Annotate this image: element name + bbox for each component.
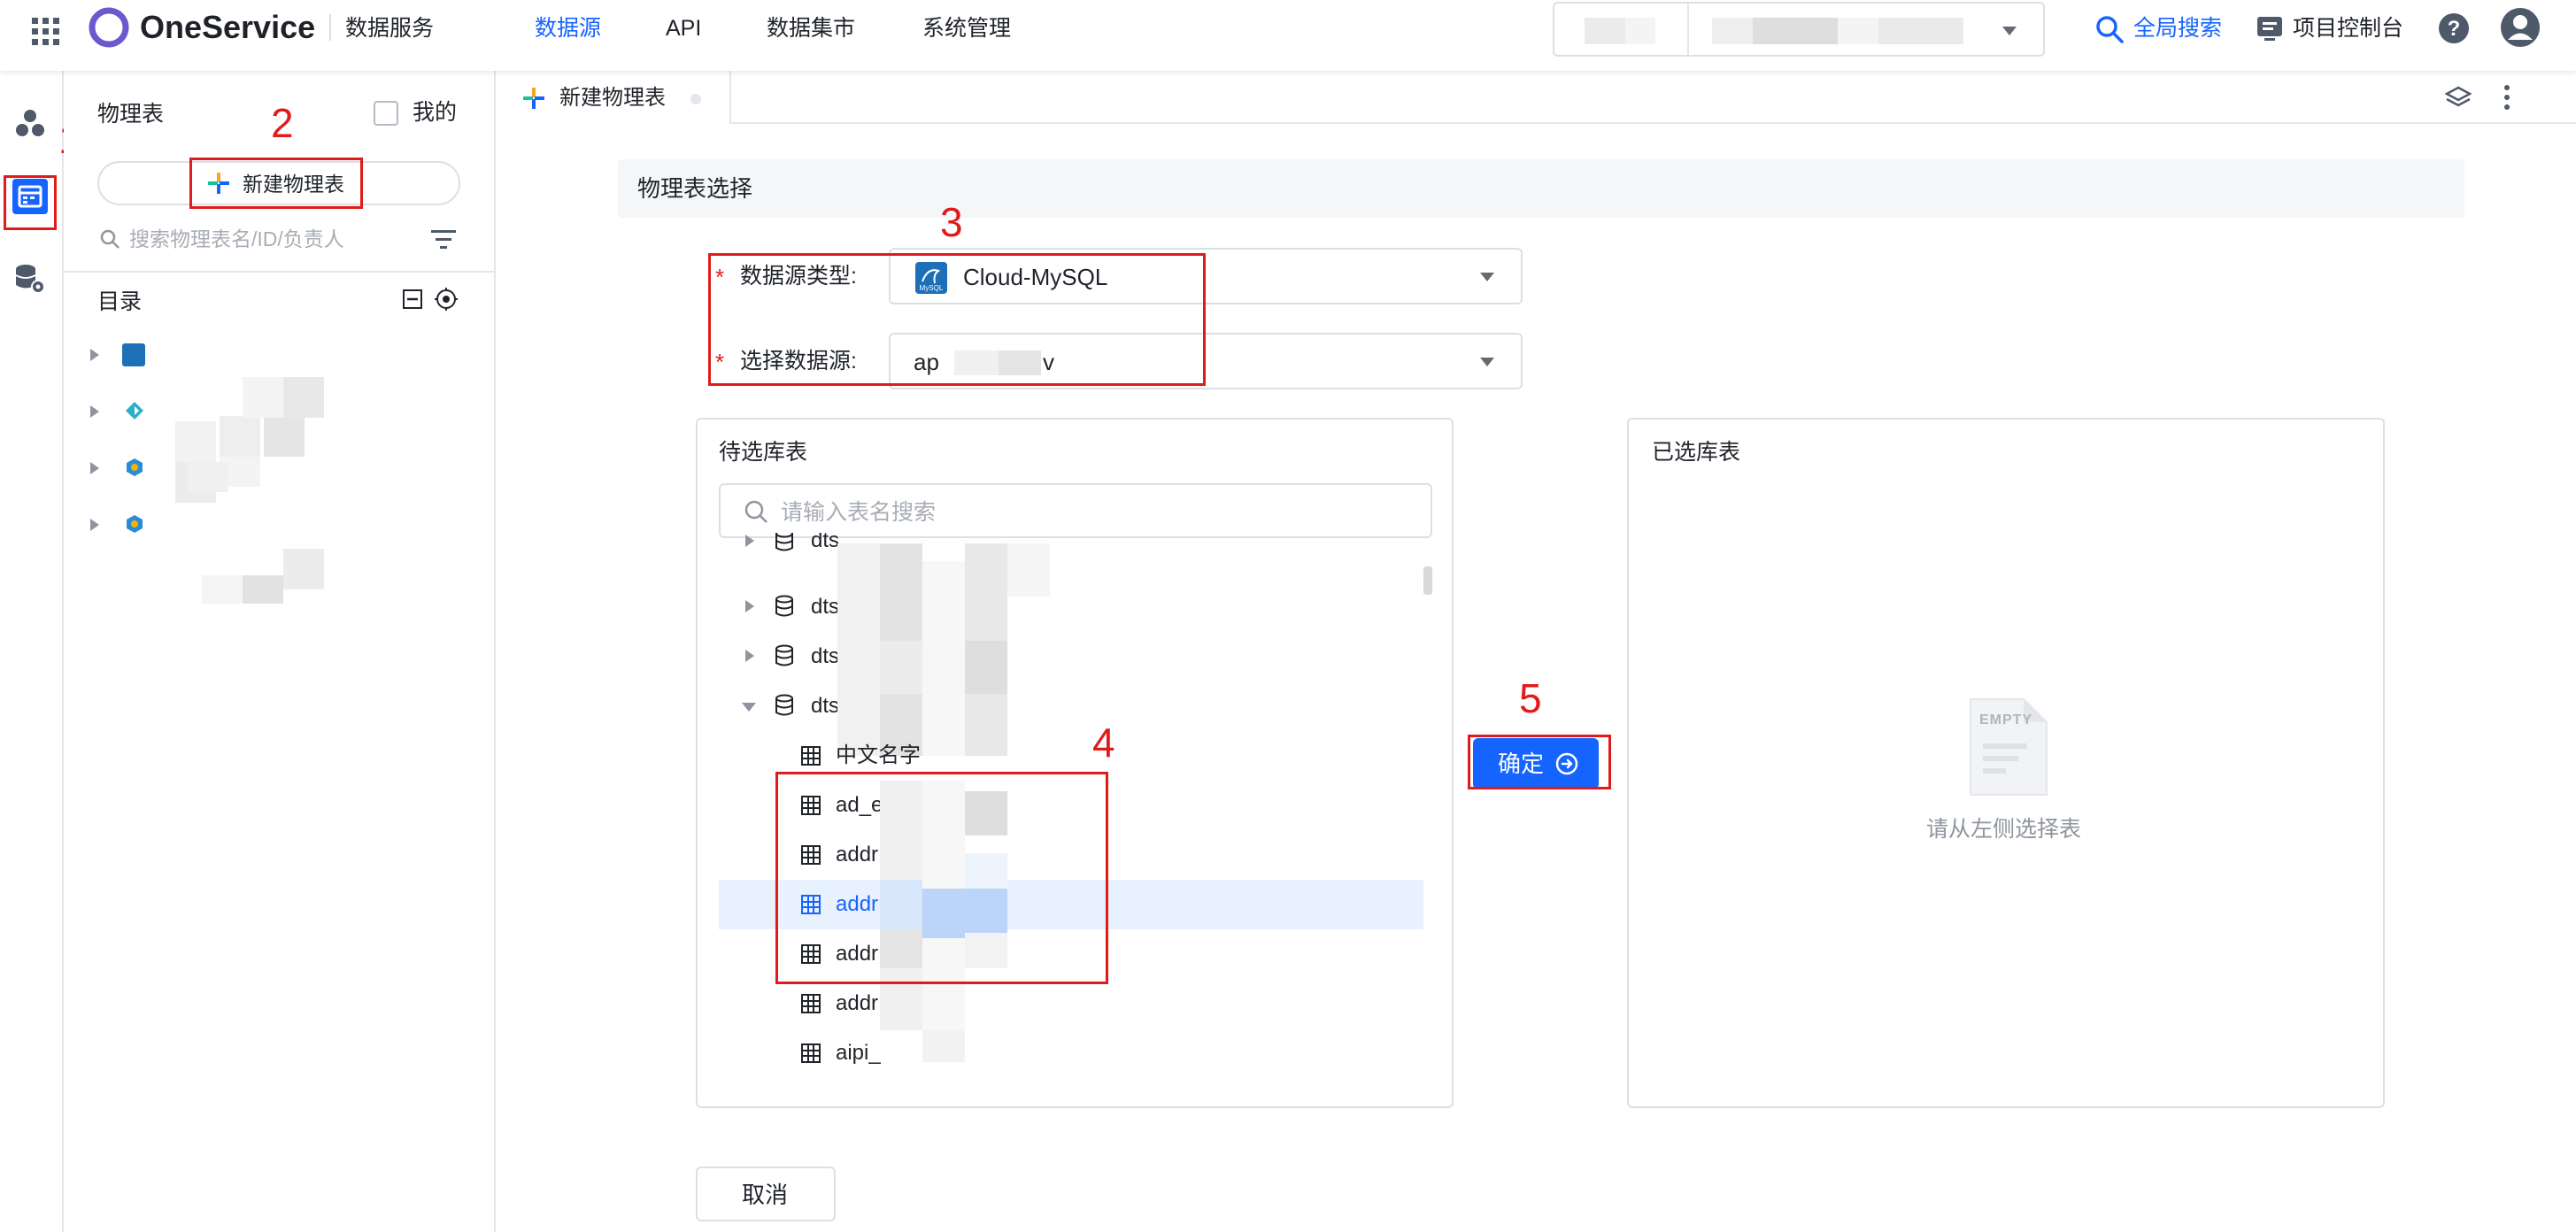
database-icon bbox=[774, 694, 795, 717]
database-name: dts bbox=[811, 595, 840, 619]
catalog-label: 目录 bbox=[97, 289, 143, 314]
sidebar-divider bbox=[64, 271, 494, 273]
sidebar-title: 物理表 bbox=[97, 102, 165, 127]
table-icon bbox=[800, 993, 821, 1014]
tree-expand-icon[interactable] bbox=[89, 517, 101, 533]
annotation-box-1 bbox=[4, 175, 57, 230]
database-icon bbox=[774, 644, 795, 667]
annotation-number-4: 4 bbox=[1092, 720, 1115, 766]
svg-text:?: ? bbox=[2448, 17, 2461, 41]
more-icon[interactable] bbox=[2502, 83, 2512, 112]
global-search-icon[interactable] bbox=[2094, 14, 2125, 44]
database-icon bbox=[774, 533, 795, 552]
tree-expand-icon[interactable] bbox=[89, 347, 101, 363]
physical-table-sidebar: 物理表 我的 新建物理表 搜索物理表名/ID/负责人 目录 bbox=[64, 71, 496, 1232]
logo-divider bbox=[329, 14, 331, 41]
user-avatar-icon[interactable] bbox=[2500, 7, 2541, 48]
help-icon[interactable]: ? bbox=[2438, 12, 2470, 44]
empty-icon-label: EMPTY bbox=[1979, 712, 2033, 728]
product-name: 数据服务 bbox=[345, 16, 435, 41]
chevron-down-icon bbox=[1478, 271, 1496, 283]
nav-api[interactable]: API bbox=[666, 15, 701, 42]
mine-checkbox[interactable] bbox=[374, 101, 398, 126]
mine-label: 我的 bbox=[413, 100, 458, 125]
table-icon bbox=[800, 745, 821, 766]
tree-row-table[interactable]: addr bbox=[698, 979, 1406, 1028]
layers-icon[interactable] bbox=[2445, 85, 2472, 112]
left-icon-rail bbox=[0, 71, 64, 1232]
nav-data-mart[interactable]: 数据集市 bbox=[767, 15, 855, 42]
tree-scrollbar[interactable] bbox=[1423, 566, 1432, 595]
tree-expand-icon[interactable] bbox=[744, 533, 756, 549]
table-icon bbox=[800, 1043, 821, 1064]
database-name: dts bbox=[811, 694, 840, 718]
tree-row-database[interactable]: dts bbox=[698, 632, 1406, 681]
tree-expand-icon[interactable] bbox=[744, 598, 756, 614]
cubes-icon[interactable] bbox=[14, 108, 46, 140]
database-name: dts bbox=[811, 644, 840, 668]
project-console-link[interactable]: 项目控制台 bbox=[2293, 15, 2403, 42]
annotation-number-3: 3 bbox=[940, 199, 963, 245]
sidebar-search-input[interactable]: 搜索物理表名/ID/负责人 bbox=[129, 227, 344, 251]
table-name: 中文名字 bbox=[836, 743, 921, 767]
database-icon bbox=[774, 595, 795, 618]
console-icon[interactable] bbox=[2256, 14, 2284, 42]
section-title: 物理表选择 bbox=[637, 175, 753, 202]
nav-system-admin[interactable]: 系统管理 bbox=[922, 15, 1011, 42]
table-name: addr bbox=[836, 991, 879, 1015]
tree-collapse-icon[interactable] bbox=[740, 701, 758, 713]
plus-icon bbox=[522, 87, 545, 110]
project-selector[interactable] bbox=[1553, 2, 2045, 57]
table-name: aipi_ bbox=[836, 1041, 881, 1065]
selected-tables-panel: 已选库表 EMPTY 请从左侧选择表 bbox=[1627, 418, 2385, 1108]
tab-new-physical-table[interactable]: 新建物理表 bbox=[497, 71, 731, 124]
filter-icon[interactable] bbox=[430, 228, 457, 251]
chevron-down-icon bbox=[1478, 356, 1496, 368]
tab-close-dot[interactable] bbox=[690, 94, 701, 104]
mysql-icon bbox=[122, 343, 145, 366]
annotation-box-3 bbox=[708, 253, 1206, 386]
project-selector-caret-icon bbox=[2001, 25, 2018, 37]
locate-icon[interactable] bbox=[434, 287, 459, 312]
cancel-button[interactable]: 取消 bbox=[696, 1167, 836, 1221]
tree-row-database-expanded[interactable]: dts bbox=[698, 681, 1406, 731]
sidebar-search-icon bbox=[99, 228, 120, 250]
tree-expand-icon[interactable] bbox=[89, 404, 101, 420]
global-search-link[interactable]: 全局搜索 bbox=[2133, 15, 2222, 42]
tab-label: 新建物理表 bbox=[559, 86, 666, 110]
hive-icon bbox=[124, 513, 145, 535]
selected-title: 已选库表 bbox=[1652, 440, 1741, 465]
database-settings-icon[interactable] bbox=[12, 262, 46, 296]
nav-datasource[interactable]: 数据源 bbox=[535, 15, 601, 42]
candidate-search-placeholder: 请输入表名搜索 bbox=[781, 500, 937, 525]
annotation-number-2: 2 bbox=[271, 100, 294, 146]
empty-state-text: 请从左侧选择表 bbox=[1926, 817, 2082, 842]
search-icon bbox=[744, 499, 768, 524]
candidate-tables-panel: 待选库表 请输入表名搜索 dts dts dts dts 中文名字 ad_e a… bbox=[696, 418, 1454, 1108]
tree-expand-icon[interactable] bbox=[89, 460, 101, 476]
catalog-tree bbox=[89, 342, 478, 607]
collapse-all-icon[interactable] bbox=[402, 289, 423, 310]
tree-expand-icon[interactable] bbox=[744, 648, 756, 664]
section-header: 物理表选择 bbox=[618, 159, 2464, 218]
annotation-box-2 bbox=[189, 158, 363, 209]
candidate-search-input[interactable]: 请输入表名搜索 bbox=[719, 483, 1432, 538]
app-grid-icon[interactable] bbox=[30, 16, 62, 48]
oneservice-logo-icon bbox=[89, 7, 129, 48]
hive-icon bbox=[124, 457, 145, 478]
candidate-title: 待选库表 bbox=[719, 440, 808, 465]
annotation-box-4 bbox=[775, 772, 1108, 984]
tree-row-table[interactable]: aipi_ bbox=[698, 1028, 1406, 1078]
empty-document-icon: EMPTY bbox=[1969, 697, 2048, 797]
cancel-button-label: 取消 bbox=[742, 1182, 789, 1208]
datasource-icon bbox=[124, 400, 145, 421]
database-name: dts bbox=[811, 533, 840, 552]
tree-row-database[interactable]: dts bbox=[698, 533, 1406, 566]
tab-bar: 新建物理表 bbox=[497, 71, 2576, 124]
annotation-number-5: 5 bbox=[1519, 675, 1542, 721]
app-logo-text: OneService bbox=[140, 9, 316, 45]
top-navigation-bar: OneService 数据服务 数据源 API 数据集市 系统管理 全局搜索 项… bbox=[0, 0, 2576, 71]
annotation-box-5 bbox=[1468, 735, 1611, 789]
tree-row-database[interactable]: dts bbox=[698, 582, 1406, 632]
